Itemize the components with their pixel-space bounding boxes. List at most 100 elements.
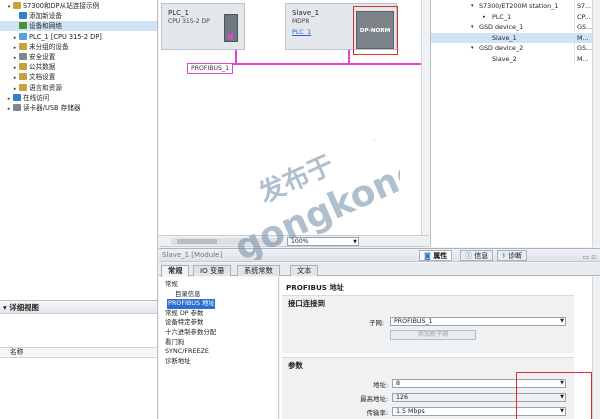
project-tree-item[interactable]: ▸ 语言和资源 — [0, 83, 157, 93]
inspector-scrollbar[interactable] — [592, 277, 600, 419]
zoom-select[interactable]: 100% ▼ — [287, 237, 359, 246]
project-tree-item[interactable]: 设备和网络 — [0, 21, 157, 32]
inspector-nav-item[interactable]: 常规 — [159, 280, 278, 290]
inspector-nav-list: 常规 目录信息 PROFIBUS 地址 常规 DP 参数 设备特定参数 十六进制参数分配看… — [159, 277, 279, 419]
tab-info[interactable]: ⓘ 信息 — [460, 250, 494, 261]
project-tree-item[interactable]: ▸ 未分组的设备 — [0, 42, 157, 52]
subnet-select[interactable]: PROFIBUS_1 ▼ — [390, 317, 566, 326]
parameters-highlight-box — [516, 372, 592, 419]
parameters-section-title: 参数 — [288, 361, 303, 370]
slave-type: MDP8 — [292, 18, 310, 25]
slave-master-link[interactable]: PLC_1 — [292, 28, 311, 36]
info-icon: ⓘ — [465, 252, 475, 260]
device-overview-scrollbar[interactable] — [592, 0, 600, 247]
device-overview-row[interactable]: ▾ S7300/ET200M station_1 S7... — [431, 1, 600, 11]
interface-section-title: 接口连接到 — [288, 299, 325, 308]
expand-icon[interactable]: ▾ — [471, 22, 474, 32]
expand-icon[interactable]: ▾ — [471, 1, 474, 11]
detail-view-panel: ▾ 详细视图 名称 — [0, 300, 158, 419]
device-overview-type: GS... — [574, 43, 592, 54]
plc-device-box[interactable]: PLC_1 CPU 315-2 DP — [161, 3, 245, 50]
project-tree-item[interactable]: ▸ 读卡器/USB 存储器 — [0, 103, 157, 113]
device-overview-type: M... — [574, 32, 592, 43]
highest-address-label: 最高地址: — [360, 395, 388, 403]
device-overview-row[interactable]: ▾ GSD device_2 GS... — [431, 43, 600, 54]
project-tree-item[interactable]: 添加新设备 — [0, 11, 157, 21]
project-tree-item[interactable]: ▾ S7300和DP从站连接示例 — [0, 1, 157, 11]
inspector-window: Slave_1 [Module] ◙ 属性 ⓘ 信息 ⚕ 诊断 ▭ ▫ 常规 I… — [159, 248, 600, 419]
dp-port-icon — [228, 34, 233, 39]
inspector-nav-item[interactable]: 诊断地址 — [159, 357, 278, 367]
network-view-canvas[interactable]: PLC_1 CPU 315-2 DP Slave_1 MDP8 PLC_1 DP… — [159, 0, 429, 236]
tab-properties[interactable]: ◙ 属性 — [419, 250, 453, 261]
folder-icon — [19, 63, 27, 71]
canvas-vertical-scrollbar[interactable] — [421, 0, 429, 235]
folder-icon — [19, 53, 27, 60]
device-overview-row[interactable]: ▾ GSD device_1 GS... — [431, 22, 600, 33]
inspector-nav-item[interactable]: 设备特定参数 — [159, 318, 278, 328]
subnet-value: PROFIBUS_1 — [394, 318, 433, 325]
folder-icon — [19, 22, 27, 30]
subnet-label: 子网: — [369, 319, 384, 327]
tab-diagnostics-label: 诊断 — [508, 252, 523, 260]
folder-icon — [19, 42, 27, 50]
device-overview-name: Slave_2 — [492, 55, 517, 63]
scroll-thumb[interactable] — [177, 239, 217, 244]
project-tree-panel: ▾ S7300和DP从站连接示例 添加新设备 设备和网络 ▸ PLC_1 [CPU 315… — [0, 0, 158, 300]
project-tree-item[interactable]: ▸ 公共数据 — [0, 62, 157, 72]
folder-icon — [13, 93, 21, 101]
add-subnet-button[interactable]: 添加新子网 — [390, 330, 476, 340]
project-tree-item-label: 语言和资源 — [29, 83, 62, 92]
project-tree-item-label: 文档设置 — [29, 73, 56, 82]
project-tree-item[interactable]: ▸ 在线访问 — [0, 93, 157, 103]
profibus-label[interactable]: PROFIBUS_1 — [187, 63, 234, 74]
project-tree-item-label: 未分组的设备 — [29, 42, 69, 51]
device-overview-type: S7... — [574, 1, 592, 11]
chevron-down-icon: ▼ — [353, 239, 357, 245]
device-overview-panel: ▾ S7300/ET200M station_1 S7... ▸ PLC_1 CP... ▾… — [430, 0, 600, 247]
tab-properties-label: 属性 — [433, 252, 448, 260]
inspector-nav-item[interactable]: PROFIBUS 地址 — [167, 299, 215, 309]
device-overview-row[interactable]: Slave_1 M... — [431, 32, 600, 43]
inspector-nav-item[interactable]: 常规 DP 参数 — [159, 309, 278, 319]
device-overview-name: S7300/ET200M station_1 — [479, 2, 559, 10]
tab-diagnostics[interactable]: ⚕ 诊断 — [497, 250, 528, 261]
expand-icon[interactable]: ▸ — [483, 12, 486, 22]
tab-io-tags[interactable]: IO 变量 — [193, 265, 232, 276]
canvas-horizontal-scrollbar[interactable] — [171, 238, 281, 245]
detail-column-header-name[interactable]: 名称 — [0, 347, 157, 358]
canvas-toolbar: 100% ▼ — [159, 236, 429, 247]
device-overview-name: Slave_1 — [492, 33, 517, 42]
bus-connection-plc — [235, 50, 237, 64]
project-tree-item-label: 读卡器/USB 存储器 — [23, 104, 81, 112]
project-tree-item[interactable]: ▸ 文档设置 — [0, 72, 157, 82]
dp-norm-highlight-box — [353, 6, 398, 55]
inspector-title-bar: Slave_1 [Module] ◙ 属性 ⓘ 信息 ⚕ 诊断 ▭ ▫ — [159, 249, 600, 262]
tab-info-label: 信息 — [474, 252, 489, 260]
tab-system-constants[interactable]: 系统常数 — [237, 265, 280, 276]
folder-icon — [13, 104, 21, 111]
expand-right-icon[interactable]: ▸ — [6, 104, 12, 114]
project-tree-item[interactable]: ▸ PLC_1 [CPU 315-2 DP] — [0, 32, 157, 42]
tab-general[interactable]: 常规 — [161, 265, 190, 277]
folder-icon — [19, 83, 27, 91]
folder-icon — [13, 2, 21, 9]
inspector-content: PROFIBUS 地址 接口连接到 子网: PROFIBUS_1 ▼ 添加新子网… — [280, 277, 600, 419]
device-overview-type: GS... — [574, 22, 592, 33]
device-overview-row[interactable]: Slave_2 M... — [431, 54, 600, 64]
folder-icon — [19, 73, 27, 81]
inspector-nav-item[interactable]: 十六进制参数分配 — [159, 328, 278, 338]
device-overview-type: M... — [574, 54, 592, 64]
project-tree-item[interactable]: ▸ 安全设置 — [0, 52, 157, 62]
detail-view-header[interactable]: ▾ 详细视图 — [0, 301, 157, 314]
baud-rate-label: 传输率: — [366, 409, 388, 417]
folder-icon — [19, 32, 27, 40]
inspector-nav-item[interactable]: 看门狗 — [159, 338, 278, 348]
inspector-nav-item[interactable]: SYNC/FREEZE — [159, 347, 278, 357]
device-overview-row[interactable]: ▸ PLC_1 CP... — [431, 11, 600, 22]
inspector-nav-item[interactable]: 目录信息 — [159, 290, 278, 300]
highest-address-value: 126 — [396, 394, 409, 401]
expand-icon[interactable]: ▾ — [471, 43, 474, 53]
tab-texts[interactable]: 文本 — [290, 265, 319, 276]
chevron-down-icon: ▼ — [560, 318, 564, 324]
